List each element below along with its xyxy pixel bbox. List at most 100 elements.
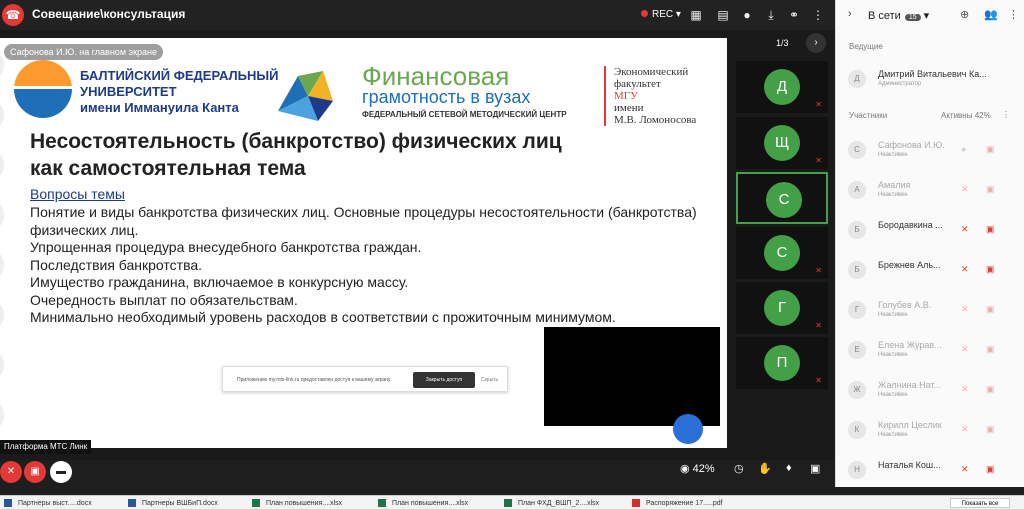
participant-status: Неактивен — [878, 312, 908, 318]
online-dropdown[interactable]: В сети 15 ▾ — [868, 9, 929, 22]
mic-off-icon: ✕ — [961, 464, 969, 474]
camera-off-icon: ▣ — [986, 144, 995, 154]
stop-share-button[interactable]: Закрыть доступ — [413, 372, 475, 388]
more-vertical-icon[interactable]: ⋮ — [1002, 110, 1010, 119]
add-icon[interactable]: ⊕ — [960, 8, 969, 21]
download-item[interactable]: План повышения....xlsx — [378, 499, 468, 507]
video-tile[interactable]: П ✕ — [736, 337, 828, 389]
camera-off-icon: ▣ — [986, 224, 995, 234]
topic-line: физических лиц. — [30, 221, 139, 238]
participant-name: Елена Журав... — [878, 340, 942, 350]
download-icon[interactable]: ⤓ — [763, 7, 779, 23]
video-tile[interactable]: Щ ✕ — [736, 117, 828, 169]
floating-action-button[interactable] — [673, 414, 703, 444]
video-tile[interactable]: Д ✕ — [736, 61, 828, 113]
user-icon[interactable]: ● — [739, 7, 755, 23]
timer-icon[interactable]: ◷ — [734, 462, 744, 475]
mic-off-icon: ✕ — [961, 224, 969, 234]
camera-off-icon: ▣ — [30, 466, 40, 477]
participants-section-label: Участники — [849, 111, 888, 120]
mic-off-icon: ✕ — [961, 424, 969, 434]
participant-status: Неактивен — [878, 352, 908, 358]
meeting-title: Совещание\консультация — [32, 7, 186, 21]
topic-line: Очередность выплат по обязательствам. — [30, 291, 298, 308]
pdf-file-icon — [632, 499, 640, 507]
participant-status: Неактивен — [878, 392, 908, 398]
video-tile[interactable]: С ✕ — [736, 227, 828, 279]
camera-toggle-button[interactable]: ▣ — [24, 461, 46, 483]
eye-icon: ◉ — [680, 463, 690, 475]
avatar: С — [766, 182, 802, 218]
mic-toggle-button[interactable]: ✕ — [0, 461, 22, 483]
topic-line: Минимально необходимый уровень расходов … — [30, 309, 616, 325]
participant-row[interactable]: Е Елена Журав... Неактивен ✕ ▣ — [844, 335, 1019, 365]
avatar: С — [764, 235, 800, 271]
avatar: А — [848, 181, 866, 199]
topic-line: Упрощенная процедура внесудебного банкро… — [30, 239, 422, 255]
download-item[interactable]: Распоряжение 17.....pdf — [632, 499, 723, 507]
screen-share-button[interactable]: ▬ — [50, 461, 72, 483]
layout-icon[interactable]: ▦ — [688, 7, 704, 23]
msu-logo: Экономический факультет МГУ имени М.В. Л… — [604, 66, 696, 126]
avatar: Б — [848, 261, 866, 279]
materials-icon[interactable]: ▤ — [715, 7, 731, 23]
mic-off-icon: ✕ — [815, 100, 822, 109]
participant-row[interactable]: Б Брежнев Аль... ✕ ▣ — [844, 255, 1019, 285]
participant-row[interactable]: А Амалия Неактивен ✕ ▣ — [844, 175, 1019, 205]
mic-off-icon: ✕ — [6, 466, 16, 477]
reactions-icon[interactable]: ♦ — [786, 462, 792, 474]
host-row[interactable]: Д Дмитрий Витальевич Ка... Администратор — [844, 64, 1019, 94]
download-item[interactable]: План ФХД_ВШП_2....xlsx — [504, 499, 599, 507]
group-icon[interactable]: 👥 — [984, 8, 998, 21]
mic-off-icon: ✕ — [961, 184, 969, 194]
panel-header: › В сети 15 ▾ ⊕ 👥 ⋮ — [836, 0, 1024, 30]
video-tile-active[interactable]: С — [736, 172, 828, 224]
zoom-indicator[interactable]: ◉ 42% — [680, 462, 715, 475]
raise-hand-icon[interactable]: ✋ — [758, 462, 772, 475]
download-item[interactable]: Партнеры выст.....docx — [4, 499, 92, 507]
topic-line: Последствия банкротства. — [30, 256, 203, 273]
chevron-right-icon[interactable]: › — [848, 8, 852, 20]
avatar: С — [848, 141, 866, 159]
video-tile[interactable]: Г ✕ — [736, 282, 828, 334]
download-item[interactable]: Партнеры ВШБиП.docx — [128, 499, 218, 507]
next-page-button[interactable]: › — [806, 33, 826, 53]
participant-row[interactable]: Б Бородавкина ... ✕ ▣ — [844, 215, 1019, 245]
participant-name: Брежнев Аль... — [878, 260, 941, 270]
topics-list: Понятие и виды банкротства физических ли… — [30, 204, 710, 327]
more-vertical-icon[interactable]: ⋮ — [1008, 8, 1019, 21]
participant-row[interactable]: С Сафонова И.Ю. Неактивен ● ▣ — [844, 135, 1019, 165]
hide-banner-link[interactable]: Скрыть — [481, 377, 498, 383]
rec-dot-icon — [641, 10, 648, 17]
chevron-right-icon: › — [814, 37, 818, 48]
excel-file-icon — [504, 499, 512, 507]
fin-title: Финансовая — [362, 61, 510, 91]
avatar: Д — [848, 70, 866, 88]
participants-panel: › В сети 15 ▾ ⊕ 👥 ⋮ Ведущие Д Дмитрий Вит… — [835, 0, 1024, 487]
camera-off-icon: ▣ — [986, 464, 995, 474]
avatar: Н — [848, 461, 866, 479]
word-file-icon — [128, 499, 136, 507]
camera-off-icon: ▣ — [986, 344, 995, 354]
mic-off-icon: ✕ — [961, 344, 969, 354]
more-vertical-icon[interactable]: ⋮ — [810, 7, 826, 23]
self-video-preview — [544, 327, 720, 426]
mic-off-icon: ✕ — [815, 321, 822, 330]
show-all-button[interactable]: Показать все — [950, 498, 1010, 508]
platform-label: Платформа МТС Линк — [0, 440, 92, 454]
downloads-bar: Партнеры выст.....docx Партнеры ВШБиП.do… — [0, 495, 1024, 509]
rec-indicator[interactable]: REC ▾ — [641, 9, 681, 20]
link-icon[interactable]: ⚭ — [786, 7, 802, 23]
rec-label: REC — [652, 9, 674, 20]
fullscreen-icon[interactable]: ▣ — [810, 462, 820, 475]
participant-row[interactable]: Ж Жалнина Нат... Неактивен ✕ ▣ — [844, 375, 1019, 405]
download-item[interactable]: План повышения....xlsx — [252, 499, 342, 507]
share-banner-text: Приложению my.mts-link.ru предоставлен д… — [237, 377, 392, 383]
excel-file-icon — [378, 499, 386, 507]
participant-row[interactable]: Н Наталья Кош... ✕ ▣ — [844, 455, 1019, 485]
participant-row[interactable]: Г Голубев А.В. Неактивен ✕ ▣ — [844, 295, 1019, 325]
participant-name: Голубев А.В. — [878, 300, 932, 310]
avatar: П — [764, 345, 800, 381]
participant-row[interactable]: К Кирилл Цеслик Неактивен ✕ ▣ — [844, 415, 1019, 445]
end-call-button[interactable]: ☎ — [2, 4, 24, 26]
